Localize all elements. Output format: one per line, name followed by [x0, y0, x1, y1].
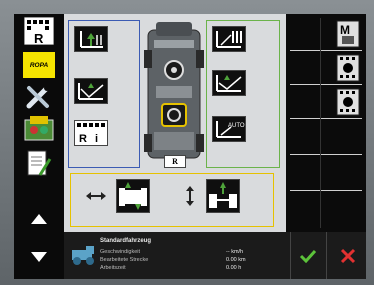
cancel-button[interactable] — [334, 244, 362, 268]
front-axle-steer-icon — [80, 31, 103, 48]
slope-steer-icon — [78, 83, 104, 100]
all-wheel-steer-icon — [216, 31, 242, 48]
row-pattern-button-2[interactable] — [336, 88, 360, 120]
memory-icon: M — [336, 20, 360, 48]
svg-text:R: R — [79, 133, 87, 145]
scroll-down-button[interactable] — [22, 242, 56, 272]
field-map-icon — [24, 116, 54, 141]
worktime-label: Arbeitszeit — [100, 265, 126, 271]
notes-button[interactable] — [22, 148, 56, 178]
vehicle-label: R — [164, 155, 186, 168]
track-width-button[interactable] — [206, 179, 240, 213]
vehicle-top-view — [144, 22, 204, 159]
divider — [326, 232, 327, 279]
slope-rear-icon — [216, 75, 242, 92]
crab-left-right-icon — [86, 192, 106, 200]
triangle-up-icon — [31, 214, 47, 224]
slope-rear-button[interactable] — [212, 70, 246, 96]
vehicle-name: Standardfahrzeug — [100, 238, 152, 244]
steering-mode-button[interactable]: R — [22, 16, 56, 46]
scroll-up-button[interactable] — [22, 204, 56, 234]
status-bar: Standardfahrzeug Geschwindigkeit Bearbei… — [64, 232, 366, 279]
track-width-icon — [209, 182, 237, 208]
notepad-pencil-icon — [27, 150, 52, 176]
left-sidebar: R ROPA — [14, 14, 64, 279]
memory-button[interactable]: M — [336, 20, 360, 52]
crab-up-down-icon — [186, 186, 194, 206]
steering-r-icon: R — [24, 17, 54, 45]
svg-text:M: M — [340, 23, 350, 37]
row-pattern-icon — [336, 54, 360, 82]
crab-steer-button[interactable] — [116, 179, 150, 213]
ropa-logo: ROPA — [23, 52, 55, 78]
ropa-logo-button[interactable]: ROPA — [22, 50, 56, 80]
divider — [290, 232, 291, 279]
slope-mode-button[interactable] — [74, 78, 108, 104]
wrench-screwdriver-icon — [26, 85, 50, 109]
close-icon — [340, 248, 356, 264]
tools-button[interactable] — [22, 82, 56, 112]
svg-text:i: i — [95, 133, 98, 145]
divider — [290, 154, 362, 155]
row-info-icon: R i — [77, 123, 105, 145]
main-panel: R i R AUTO — [64, 14, 286, 232]
all-wheel-steer-button[interactable] — [212, 26, 246, 52]
divider — [320, 18, 321, 228]
speed-value: -- km/h — [226, 249, 244, 255]
distance-value: 0.00 km — [226, 257, 246, 263]
svg-text:AUTO: AUTO — [228, 123, 245, 129]
worktime-value: 0.00 h — [226, 265, 242, 271]
check-icon — [299, 249, 317, 263]
steer-front-button[interactable] — [74, 26, 108, 52]
vehicle-icon — [72, 246, 94, 265]
row-info-button[interactable]: R i — [74, 120, 108, 146]
speed-label: Geschwindigkeit — [100, 249, 141, 255]
field-view-button[interactable] — [22, 114, 56, 144]
auto-steer-button[interactable]: AUTO — [212, 116, 246, 142]
triangle-down-icon — [31, 252, 47, 262]
auto-steer-icon: AUTO — [216, 121, 245, 138]
row-pattern-button-1[interactable] — [336, 54, 360, 86]
svg-text:R: R — [34, 31, 44, 45]
row-pattern-icon — [336, 88, 360, 116]
divider — [290, 190, 362, 191]
distance-label: Bearbeitete Strecke — [100, 257, 149, 263]
right-sidebar: M — [286, 14, 366, 232]
confirm-button[interactable] — [294, 244, 322, 268]
crab-steer-icon — [119, 182, 147, 210]
